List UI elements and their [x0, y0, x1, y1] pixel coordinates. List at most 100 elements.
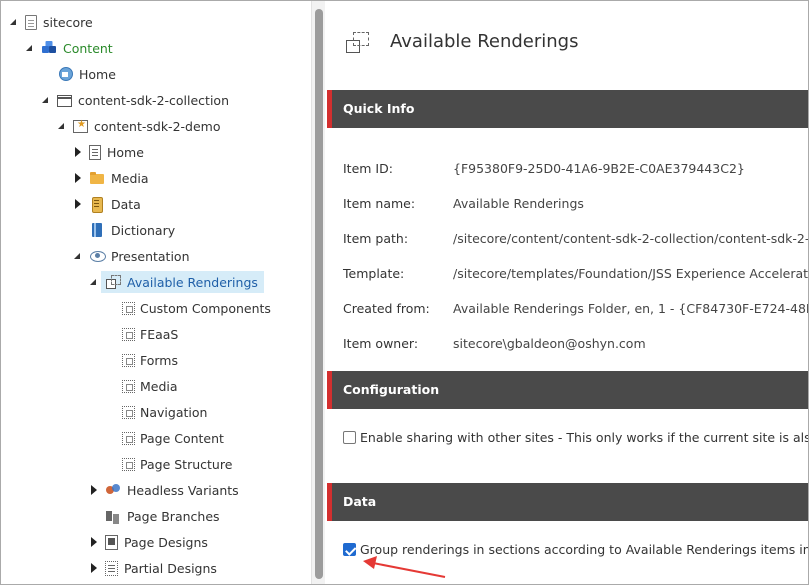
info-key: Created from: [343, 301, 430, 316]
info-row-item-owner: Item owner: sitecore\gbaldeon@oshyn.com [343, 336, 646, 356]
expanded-arrow-icon[interactable] [41, 95, 51, 105]
info-row-created-from: Created from: Available Renderings Folde… [343, 301, 808, 321]
group-renderings-option[interactable]: Group renderings in sections according t… [343, 542, 808, 557]
info-row-item-id: Item ID: {F95380F9-25D0-41A6-9B2E-C0AE37… [343, 161, 745, 181]
rendering-folder-icon [122, 328, 135, 341]
expanded-arrow-icon[interactable] [57, 121, 67, 131]
expanded-arrow-icon[interactable] [89, 277, 99, 287]
tree-item-label: sitecore [43, 14, 93, 30]
eye-icon [89, 248, 106, 264]
info-row-template: Template: /sitecore/templates/Foundation… [343, 266, 809, 286]
tree-item-label: Home [107, 144, 144, 160]
tree-item-label: Media [140, 378, 178, 394]
rendering-folder-icon [122, 432, 135, 445]
tree-item-label: Page Content [140, 430, 224, 446]
info-key: Item name: [343, 196, 416, 211]
tree-item-page-branches[interactable]: Page Branches [105, 505, 220, 527]
tree-item-label: Navigation [140, 404, 208, 420]
collapsed-arrow-icon[interactable] [89, 563, 99, 573]
collapsed-arrow-icon[interactable] [73, 173, 83, 183]
rendering-folder-icon [122, 458, 135, 471]
info-value: {F95380F9-25D0-41A6-9B2E-C0AE379443C2} [453, 161, 745, 176]
tree-scrollbar[interactable] [311, 1, 325, 584]
info-key: Template: [343, 266, 405, 281]
collapsed-arrow-icon[interactable] [89, 485, 99, 495]
home-globe-icon [57, 66, 73, 82]
info-row-item-path: Item path: /sitecore/content/content-sdk… [343, 231, 809, 251]
folder-icon [89, 170, 105, 186]
item-editor: Available Renderings Quick Info Item ID:… [327, 1, 809, 584]
tree-item-content[interactable]: Content [25, 37, 113, 59]
expanded-arrow-icon[interactable] [25, 43, 35, 53]
tree-item-label: Presentation [111, 248, 190, 264]
expanded-arrow-icon[interactable] [73, 251, 83, 261]
tree-item-partial-designs[interactable]: Partial Designs [89, 557, 217, 579]
tree-item-label: Forms [140, 352, 179, 368]
tree-item-label: Page Branches [127, 508, 220, 524]
variants-icon [105, 482, 121, 498]
tree-item-label: content-sdk-2-demo [94, 118, 221, 134]
tree-item-label: Page Structure [140, 456, 233, 472]
info-value: /sitecore/content/content-sdk-2-collecti… [453, 231, 809, 246]
info-value: Available Renderings [453, 196, 584, 211]
expanded-arrow-icon[interactable] [9, 17, 19, 27]
info-key: Item owner: [343, 336, 419, 351]
info-key: Item path: [343, 231, 409, 246]
renderings-icon [346, 31, 370, 53]
content-tree: sitecore Content Home content-sdk-2-coll… [1, 1, 311, 584]
tree-item-page-content[interactable]: Page Content [121, 427, 224, 449]
tree-item-home-page[interactable]: Home [73, 141, 144, 163]
sharing-option[interactable]: Enable sharing with other sites - This o… [343, 430, 808, 445]
tree-item-forms[interactable]: Forms [121, 349, 178, 371]
page-icon [25, 14, 37, 30]
tree-item-custom-components[interactable]: Custom Components [121, 297, 271, 319]
tree-item-label: Content [63, 40, 113, 56]
group-renderings-label[interactable]: Group renderings in sections according t… [360, 542, 808, 557]
page-title: Available Renderings [390, 31, 579, 52]
collapsed-arrow-icon[interactable] [73, 147, 83, 157]
sharing-label[interactable]: Enable sharing with other sites - This o… [360, 430, 808, 445]
tree-item-label: Available Renderings [127, 274, 258, 290]
info-value: /sitecore/templates/Foundation/JSS Exper… [453, 266, 809, 281]
tree-item-page-designs[interactable]: Page Designs [89, 531, 208, 553]
tree-item-available-renderings[interactable]: Available Renderings [101, 271, 264, 293]
renderings-icon [105, 274, 121, 290]
collapsed-arrow-icon[interactable] [89, 537, 99, 547]
tree-item-home[interactable]: Home [57, 63, 116, 85]
tree-item-label: Media [111, 170, 149, 186]
info-row-item-name: Item name: Available Renderings [343, 196, 584, 216]
sharing-checkbox[interactable] [343, 431, 356, 444]
section-quick-info[interactable]: Quick Info [327, 90, 808, 128]
content-editor-window: sitecore Content Home content-sdk-2-coll… [0, 0, 809, 585]
group-renderings-checkbox[interactable] [343, 543, 356, 556]
info-value: sitecore\gbaldeon@oshyn.com [453, 336, 646, 351]
window-icon [57, 95, 72, 107]
collapsed-arrow-icon[interactable] [73, 199, 83, 209]
rendering-folder-icon [122, 406, 135, 419]
tree-item-headless-variants[interactable]: Headless Variants [89, 479, 239, 501]
tree-item-sitecore[interactable]: sitecore [9, 11, 93, 33]
tree-item-navigation[interactable]: Navigation [121, 401, 207, 423]
tree-item-label: Home [79, 66, 116, 82]
tree-item-label: FEaaS [140, 326, 179, 342]
tree-item-media[interactable]: Media [73, 167, 149, 189]
tree-item-feaas[interactable]: FEaaS [121, 323, 178, 345]
scrollbar-thumb[interactable] [315, 9, 323, 579]
section-data[interactable]: Data [327, 483, 808, 521]
branches-icon [105, 508, 121, 524]
section-configuration[interactable]: Configuration [327, 371, 808, 409]
tree-item-dictionary[interactable]: Dictionary [89, 219, 175, 241]
tree-item-demo-site[interactable]: content-sdk-2-demo [57, 115, 220, 137]
tree-item-media-renderings[interactable]: Media [121, 375, 178, 397]
tree-item-presentation[interactable]: Presentation [73, 245, 190, 267]
partial-design-icon [105, 560, 118, 576]
tree-item-page-structure[interactable]: Page Structure [121, 453, 232, 475]
tree-item-label: Page Designs [124, 534, 208, 550]
info-value: Available Renderings Folder, en, 1 - {CF… [453, 301, 808, 316]
tree-item-collection[interactable]: content-sdk-2-collection [41, 89, 229, 111]
data-icon [89, 196, 105, 213]
rendering-folder-icon [122, 354, 135, 367]
tree-item-label: Partial Designs [124, 560, 217, 576]
tree-item-label: Headless Variants [127, 482, 239, 498]
tree-item-data[interactable]: Data [73, 193, 141, 215]
